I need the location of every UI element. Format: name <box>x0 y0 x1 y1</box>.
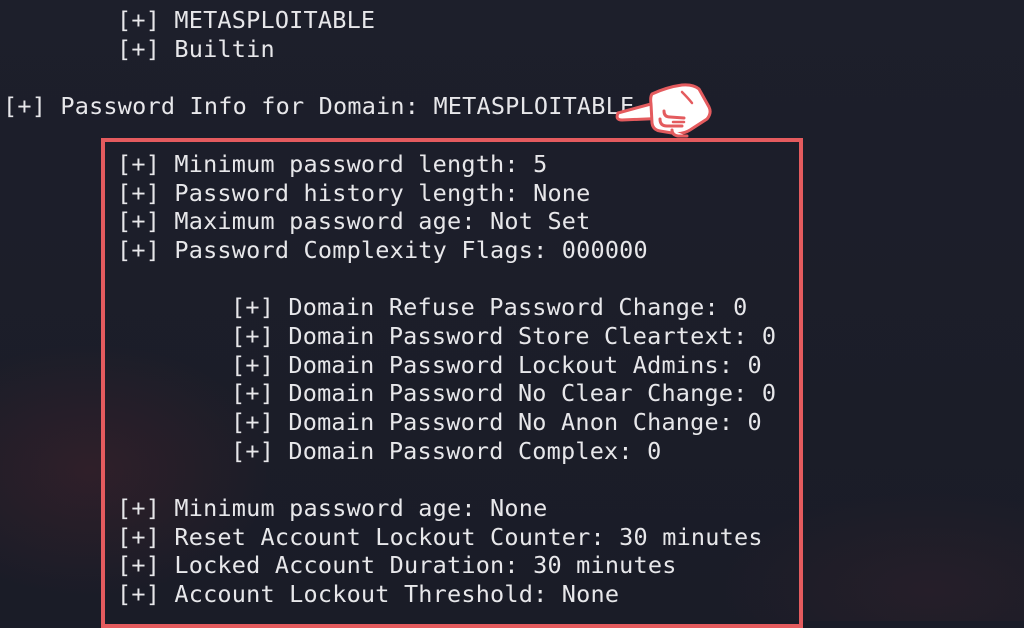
domain-line-metasploitable: [+] METASPLOITABLE <box>117 6 376 34</box>
password-info-title: [+] Password Info for Domain: METASPLOIT… <box>3 92 635 120</box>
pointing-hand-icon <box>615 83 712 138</box>
domain-line-builtin: [+] Builtin <box>117 35 275 63</box>
highlight-box <box>101 138 803 628</box>
